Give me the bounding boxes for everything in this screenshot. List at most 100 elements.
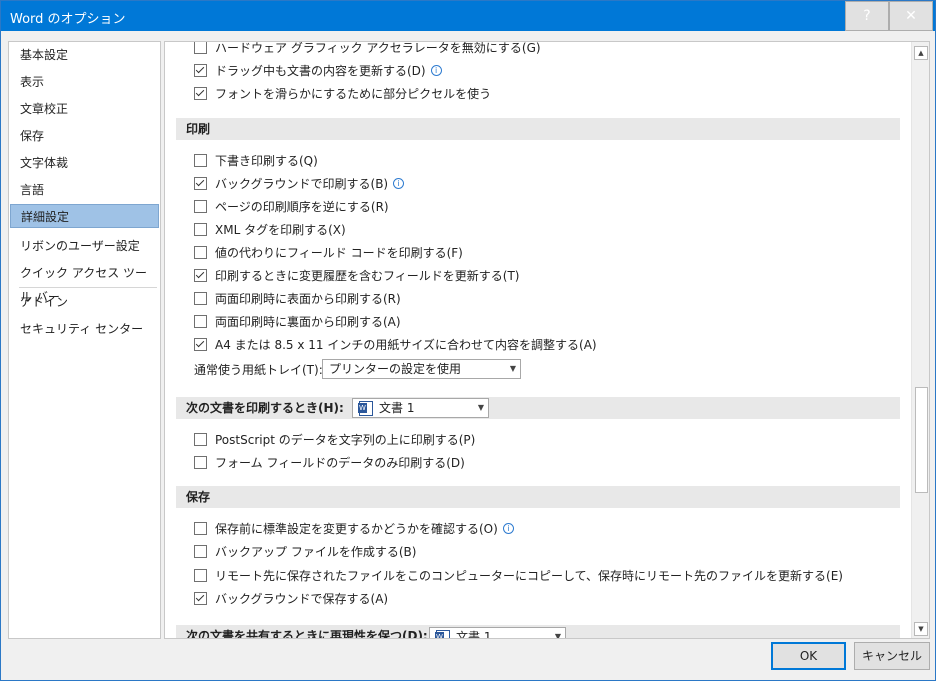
option-label: バックグラウンドで保存する(A): [215, 591, 389, 606]
checkbox[interactable]: [194, 521, 207, 535]
checkbox[interactable]: [194, 199, 207, 213]
checkbox[interactable]: [194, 455, 207, 469]
option-label: フォントを滑らかにするために部分ピクセルを使う: [215, 86, 492, 101]
option-label: ハードウェア グラフィック アクセラレータを無効にする(G): [215, 42, 541, 55]
option-scale-paper-size[interactable]: A4 または 8.5 x 11 インチの用紙サイズに合わせて内容を調整する(A): [194, 335, 597, 353]
option-postscript-over-text[interactable]: PostScript のデータを文字列の上に印刷する(P): [194, 430, 475, 448]
option-print-xml-tags[interactable]: XML タグを印刷する(X): [194, 220, 346, 238]
paper-tray-label: 通常使う用紙トレイ(T):: [194, 362, 323, 377]
category-nav: 基本設定 表示 文章校正 保存 文字体裁 言語 詳細設定 リボンのユーザー設定 …: [8, 41, 161, 639]
checkbox[interactable]: [194, 337, 207, 351]
doc-print-value: 文書 1: [379, 401, 415, 415]
option-label: 下書き印刷する(Q): [215, 153, 318, 168]
title-bar: Word のオプション ? ✕: [1, 1, 935, 31]
paper-tray-value: プリンターの設定を使用: [329, 362, 462, 376]
option-label: 両面印刷時に表面から印刷する(R): [215, 291, 401, 306]
nav-item-language[interactable]: 言語: [10, 178, 159, 202]
option-print-field-codes[interactable]: 値の代わりにフィールド コードを印刷する(F): [194, 243, 463, 261]
doc-print-title: 次の文書を印刷するとき(H):: [186, 401, 344, 415]
chevron-down-icon: ▼: [509, 364, 516, 373]
ok-button[interactable]: OK: [771, 642, 846, 670]
doc-print-select[interactable]: 文書 1 ▼: [352, 398, 489, 418]
option-label: XML タグを印刷する(X): [215, 222, 346, 237]
paper-tray-select[interactable]: プリンターの設定を使用 ▼: [322, 359, 521, 379]
nav-item-proofing[interactable]: 文章校正: [10, 97, 159, 121]
option-label: A4 または 8.5 x 11 インチの用紙サイズに合わせて内容を調整する(A): [215, 337, 597, 352]
section-header-doc-print: 次の文書を印刷するとき(H):: [176, 397, 900, 419]
option-print-form-data-only[interactable]: フォーム フィールドのデータのみ印刷する(D): [194, 453, 465, 471]
checkbox[interactable]: [194, 544, 207, 558]
option-label: バックグラウンドで印刷する(B): [215, 176, 389, 191]
option-background-print[interactable]: バックグラウンドで印刷する(B) i: [194, 174, 405, 192]
section-header-print: 印刷: [176, 118, 900, 140]
info-icon: i: [430, 64, 442, 76]
nav-item-basic[interactable]: 基本設定: [10, 43, 159, 67]
option-duplex-front[interactable]: 両面印刷時に表面から印刷する(R): [194, 289, 401, 307]
option-disable-hw-accel[interactable]: ハードウェア グラフィック アクセラレータを無効にする(G): [194, 42, 541, 56]
word-document-icon: [435, 630, 450, 638]
checkbox[interactable]: [194, 86, 207, 100]
checkbox[interactable]: [194, 176, 207, 190]
nav-item-quick-access-toolbar[interactable]: クイック アクセス ツール バー: [10, 261, 159, 304]
option-label: 値の代わりにフィールド コードを印刷する(F): [215, 245, 463, 260]
option-update-tracked-fields[interactable]: 印刷するときに変更履歴を含むフィールドを更新する(T): [194, 266, 519, 284]
vertical-scrollbar[interactable]: ▲ ▼: [911, 42, 929, 638]
nav-item-addins[interactable]: アドイン: [10, 290, 159, 314]
checkbox[interactable]: [194, 568, 207, 582]
nav-item-advanced[interactable]: 詳細設定: [10, 204, 159, 228]
checkbox[interactable]: [194, 42, 207, 54]
option-duplex-back[interactable]: 両面印刷時に裏面から印刷する(A): [194, 312, 401, 330]
scroll-up-arrow-icon[interactable]: ▲: [914, 46, 928, 60]
nav-item-trust-center[interactable]: セキュリティ センター: [10, 317, 159, 341]
share-fidelity-title: 次の文書を共有するときに再現性を保つ(D):: [186, 629, 428, 638]
scroll-thumb[interactable]: [915, 387, 928, 493]
info-icon: i: [393, 177, 405, 189]
word-document-icon: [358, 401, 373, 416]
option-prompt-normal-template[interactable]: 保存前に標準設定を変更するかどうかを確認する(O) i: [194, 519, 514, 537]
checkbox[interactable]: [194, 222, 207, 236]
share-fidelity-value: 文書 1: [456, 630, 492, 638]
nav-item-display[interactable]: 表示: [10, 70, 159, 94]
option-label: 保存前に標準設定を変更するかどうかを確認する(O): [215, 521, 498, 536]
options-content-panel: ハードウェア グラフィック アクセラレータを無効にする(G) ドラッグ中も文書の…: [164, 41, 930, 639]
cancel-button[interactable]: キャンセル: [854, 642, 930, 670]
nav-separator: [19, 287, 157, 288]
chevron-down-icon: ▼: [477, 403, 484, 412]
nav-item-typography[interactable]: 文字体裁: [10, 151, 159, 175]
scroll-down-arrow-icon[interactable]: ▼: [914, 622, 928, 636]
option-label: リモート先に保存されたファイルをこのコンピューターにコピーして、保存時にリモート…: [215, 568, 843, 583]
close-button[interactable]: ✕: [889, 1, 933, 31]
section-header-save: 保存: [176, 486, 900, 508]
paper-tray-row: 通常使う用紙トレイ(T):: [194, 360, 323, 378]
word-options-dialog: Word のオプション ? ✕ 基本設定 表示 文章校正 保存 文字体裁 言語 …: [0, 0, 936, 681]
checkbox[interactable]: [194, 314, 207, 328]
chevron-down-icon: ▼: [554, 632, 561, 638]
option-label: ドラッグ中も文書の内容を更新する(D): [215, 63, 426, 78]
option-label: 印刷するときに変更履歴を含むフィールドを更新する(T): [215, 268, 520, 283]
checkbox[interactable]: [194, 591, 207, 605]
option-label: ページの印刷順序を逆にする(R): [215, 199, 389, 214]
window-title: Word のオプション: [10, 12, 126, 27]
option-label: フォーム フィールドのデータのみ印刷する(D): [215, 455, 465, 470]
option-label: PostScript のデータを文字列の上に印刷する(P): [215, 432, 476, 447]
checkbox[interactable]: [194, 268, 207, 282]
checkbox[interactable]: [194, 432, 207, 446]
checkbox[interactable]: [194, 153, 207, 167]
option-draft-print[interactable]: 下書き印刷する(Q): [194, 151, 318, 169]
option-label: 両面印刷時に裏面から印刷する(A): [215, 314, 401, 329]
option-create-backup[interactable]: バックアップ ファイルを作成する(B): [194, 542, 416, 560]
share-fidelity-select[interactable]: 文書 1 ▼: [429, 627, 566, 638]
option-reverse-order[interactable]: ページの印刷順序を逆にする(R): [194, 197, 389, 215]
option-update-while-drag[interactable]: ドラッグ中も文書の内容を更新する(D) i: [194, 61, 442, 79]
options-scroll-area: ハードウェア グラフィック アクセラレータを無効にする(G) ドラッグ中も文書の…: [165, 42, 910, 638]
info-icon: i: [502, 522, 514, 534]
checkbox[interactable]: [194, 63, 207, 77]
checkbox[interactable]: [194, 245, 207, 259]
option-subpixel-smoothing[interactable]: フォントを滑らかにするために部分ピクセルを使う: [194, 84, 491, 102]
checkbox[interactable]: [194, 291, 207, 305]
option-copy-remote-files[interactable]: リモート先に保存されたファイルをこのコンピューターにコピーして、保存時にリモート…: [194, 566, 843, 584]
nav-item-customize-ribbon[interactable]: リボンのユーザー設定: [10, 234, 159, 258]
nav-item-save[interactable]: 保存: [10, 124, 159, 148]
option-background-save[interactable]: バックグラウンドで保存する(A): [194, 589, 388, 607]
help-button[interactable]: ?: [845, 1, 889, 31]
